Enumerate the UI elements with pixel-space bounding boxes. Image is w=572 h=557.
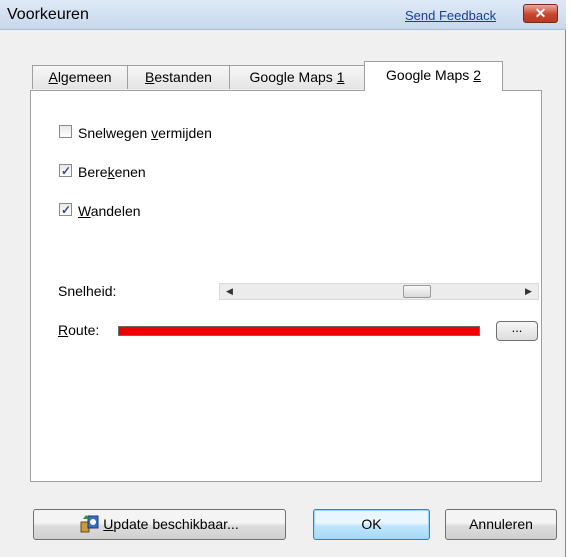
tab-google-maps-2[interactable]: Google Maps 2 [364, 61, 503, 91]
tab-bestanden[interactable]: Bestanden [127, 65, 230, 89]
scroll-right-icon[interactable]: ▶ [521, 284, 536, 299]
cancel-button[interactable]: Annuleren [445, 509, 557, 540]
checkbox-label: Snelwegen vermijden [78, 125, 212, 141]
tab-label: Google Maps [249, 69, 337, 85]
update-icon [80, 515, 99, 533]
check-mark-icon: ✓ [61, 203, 72, 217]
route-label: Route: [58, 322, 100, 338]
ok-button[interactable]: OK [313, 509, 430, 540]
close-button[interactable]: ✕ [523, 4, 558, 23]
route-color-browse-button[interactable]: ... [496, 321, 538, 341]
preferences-dialog: Voorkeuren Send Feedback ✕ Algemeen Best… [0, 0, 566, 557]
tab-accel: A [48, 69, 58, 85]
tab-google-maps-1[interactable]: Google Maps 1 [229, 65, 365, 89]
checkbox-label: Berekenen [78, 164, 146, 180]
tab-panel: Snelwegen vermijden ✓ Berekenen ✓ Wandel… [30, 90, 542, 482]
send-feedback-link[interactable]: Send Feedback [405, 8, 496, 23]
checkbox-box: ✓ [59, 203, 72, 217]
checkbox-box: ✓ [59, 164, 72, 178]
tab-accel: B [145, 69, 155, 85]
close-icon: ✕ [534, 5, 547, 21]
route-color-swatch[interactable] [118, 326, 480, 336]
speed-slider[interactable]: ◀ ▶ [219, 283, 539, 300]
tab-label: estanden [154, 69, 212, 85]
title-bar: Voorkeuren Send Feedback ✕ [0, 0, 566, 30]
check-mark-icon: ✓ [61, 164, 72, 178]
scroll-left-icon[interactable]: ◀ [222, 284, 237, 299]
speed-label: Snelheid: [58, 283, 117, 299]
tab-accel: 1 [336, 69, 345, 85]
checkbox-box [59, 125, 72, 138]
checkbox-label: Wandelen [78, 203, 141, 219]
slider-thumb[interactable] [403, 285, 431, 298]
tab-label: lgemeen [57, 69, 112, 85]
update-available-button[interactable]: Update beschikbaar... [33, 509, 286, 540]
tab-accel: 2 [473, 67, 481, 83]
tab-algemeen[interactable]: Algemeen [32, 65, 128, 89]
window-title: Voorkeuren [7, 6, 89, 23]
tab-label: Google Maps [386, 67, 474, 83]
